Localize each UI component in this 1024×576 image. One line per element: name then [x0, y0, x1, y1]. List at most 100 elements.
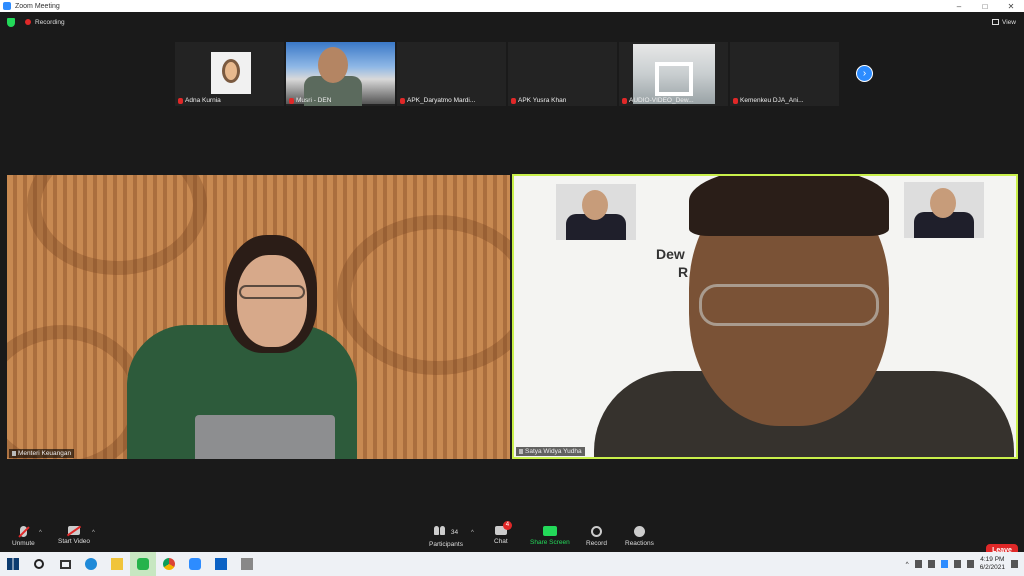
start-button[interactable]	[0, 552, 26, 576]
zoom-app-icon	[3, 2, 11, 10]
unmute-button[interactable]: Unmute	[12, 526, 35, 547]
record-button[interactable]: Record	[586, 526, 607, 547]
participants-button[interactable]: 34 Participants	[429, 526, 463, 548]
taskbar-chrome[interactable]	[156, 552, 182, 576]
meeting-area: Recording View Adna Kurnia Musri - DEN A…	[0, 12, 1024, 564]
participant-name: Kemenkeu DJA_Ani...	[740, 97, 804, 104]
participant-name: APK_Daryatmo Mardi...	[407, 97, 476, 104]
participant-name: Musri - DEN	[296, 97, 332, 104]
mic-off-icon	[511, 97, 516, 104]
participant-thumbnail[interactable]: AUDIO-VIDEO_Dew...	[619, 42, 728, 106]
mic-off-icon	[733, 97, 738, 104]
maximize-button[interactable]: □	[972, 2, 998, 11]
participant-name: Satya Widya Yudha	[525, 448, 582, 455]
chat-label: Chat	[494, 538, 508, 545]
taskbar-explorer[interactable]	[104, 552, 130, 576]
green-app-icon	[137, 558, 149, 570]
taskbar-app[interactable]	[234, 552, 260, 576]
participant-name: Adna Kurnia	[185, 97, 221, 104]
next-page-button[interactable]: ›	[856, 65, 873, 82]
participant-strip: Adna Kurnia Musri - DEN APK_Daryatmo Mar…	[175, 42, 839, 106]
taskbar-green-app[interactable]	[130, 552, 156, 576]
mic-off-icon	[400, 97, 405, 104]
chrome-icon	[163, 558, 175, 570]
share-screen-label: Share Screen	[530, 539, 570, 546]
meeting-topbar: Recording View	[0, 12, 1024, 32]
start-video-button[interactable]: Start Video	[58, 526, 90, 545]
participant-thumbnail[interactable]: APK_Daryatmo Mardi...	[397, 42, 506, 106]
wifi-icon[interactable]	[953, 560, 961, 568]
participants-icon	[433, 526, 448, 538]
share-screen-button[interactable]: Share Screen	[530, 526, 570, 546]
video-tile[interactable]: Menteri Keuangan	[7, 175, 510, 459]
slide-text: Dew	[656, 246, 685, 262]
clock-date: 6/2/2021	[979, 564, 1005, 571]
system-tray: ^ 4:19 PM 6/2/2021	[906, 556, 1024, 572]
task-view-icon	[59, 559, 71, 569]
search-button[interactable]	[26, 552, 52, 576]
recording-icon	[25, 19, 31, 25]
participant-thumbnail[interactable]: APK Yusra Khan	[508, 42, 617, 106]
mic-off-icon	[289, 97, 294, 104]
active-speaker-tile[interactable]: Dew R Satya Widya Yudha	[512, 174, 1018, 459]
participant-video	[286, 42, 395, 106]
mic-icon	[12, 451, 16, 456]
participant-name: Menteri Keuangan	[18, 450, 72, 457]
tray-app-icon[interactable]	[914, 560, 922, 568]
background-portrait	[556, 184, 636, 240]
clock[interactable]: 4:19 PM 6/2/2021	[980, 556, 1005, 572]
close-button[interactable]: ✕	[998, 2, 1024, 11]
task-view-button[interactable]	[52, 552, 78, 576]
record-label: Record	[586, 540, 607, 547]
title-bar: Zoom Meeting – □ ✕	[0, 0, 1024, 12]
record-icon	[590, 526, 602, 537]
unmute-label: Unmute	[12, 540, 35, 547]
participant-thumbnail[interactable]: Kemenkeu DJA_Ani...	[730, 42, 839, 106]
window-controls: – □ ✕	[946, 2, 1024, 11]
participants-label: Participants	[429, 541, 463, 548]
mic-icon	[519, 449, 523, 454]
reactions-button[interactable]: Reactions	[625, 526, 654, 547]
slide-text: R	[678, 264, 689, 280]
zoom-icon	[189, 558, 201, 570]
tray-chevron-icon[interactable]: ^	[906, 561, 909, 568]
video-options-caret[interactable]: ^	[92, 530, 95, 536]
mic-off-icon	[622, 97, 627, 104]
chat-icon: 4	[494, 521, 512, 535]
folder-icon	[111, 558, 123, 570]
participant-name: AUDIO-VIDEO_Dew...	[629, 97, 694, 104]
recording-label: Recording	[35, 18, 65, 26]
chat-badge: 4	[502, 521, 512, 530]
chevron-right-icon: ›	[862, 68, 867, 79]
window-title: Zoom Meeting	[15, 2, 60, 10]
mail-icon	[215, 558, 227, 570]
participants-options-caret[interactable]: ^	[471, 530, 474, 536]
minimize-button[interactable]: –	[946, 2, 972, 11]
clock-time: 4:19 PM	[980, 556, 1005, 563]
start-video-label: Start Video	[58, 538, 91, 545]
participant-thumbnail[interactable]: Adna Kurnia	[175, 42, 284, 106]
notification-icon[interactable]	[1011, 560, 1018, 568]
view-button[interactable]: View	[992, 19, 1016, 26]
view-label: View	[1002, 18, 1016, 26]
grid-icon	[992, 19, 1000, 25]
share-screen-icon	[542, 526, 557, 536]
reactions-label: Reactions	[625, 540, 654, 547]
reactions-icon	[633, 526, 645, 537]
chat-button[interactable]: 4 Chat	[494, 521, 512, 545]
audio-options-caret[interactable]: ^	[39, 530, 42, 536]
search-icon	[34, 559, 44, 569]
taskbar-mail[interactable]	[208, 552, 234, 576]
taskbar-edge[interactable]	[78, 552, 104, 576]
app-icon	[241, 558, 253, 570]
tray-zoom-icon[interactable]	[940, 560, 948, 568]
tray-mic-icon[interactable]	[927, 560, 935, 568]
participant-photo	[211, 52, 251, 94]
volume-icon[interactable]	[966, 560, 974, 568]
participant-thumbnail[interactable]: Musri - DEN	[286, 42, 395, 106]
video-off-icon	[68, 526, 81, 535]
shield-icon[interactable]	[7, 17, 15, 27]
mic-muted-icon	[19, 526, 27, 537]
taskbar-zoom[interactable]	[182, 552, 208, 576]
background-portrait	[904, 182, 984, 238]
